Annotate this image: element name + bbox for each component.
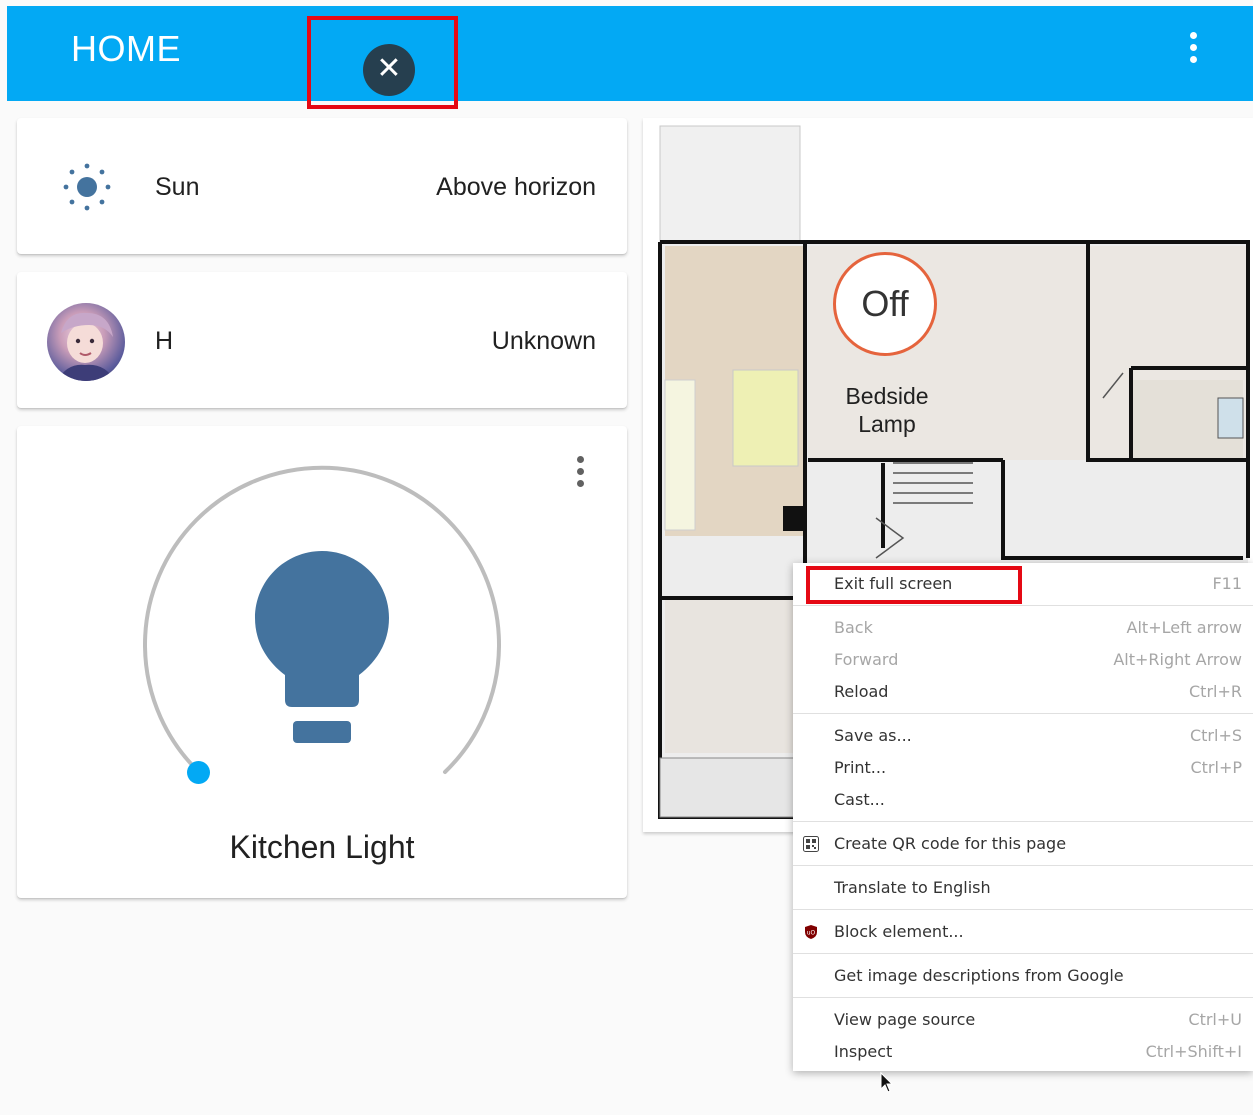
app-header: HOME <box>7 6 1253 101</box>
avatar <box>47 303 125 381</box>
menu-item-label: Reload <box>834 682 889 701</box>
menu-divider <box>793 713 1253 714</box>
menu-divider <box>793 821 1253 822</box>
menu-divider <box>793 953 1253 954</box>
menu-item-label: Create QR code for this page <box>834 834 1067 853</box>
highlight-box-exit-full-screen <box>806 566 1022 604</box>
ublock-shield-icon: uO <box>805 925 817 939</box>
menu-divider <box>793 605 1253 606</box>
menu-item-label: Save as... <box>834 726 912 745</box>
sun-entity-card[interactable]: Sun Above horizon <box>17 118 627 254</box>
menu-item-shortcut: Ctrl+R <box>1189 682 1242 701</box>
menu-item-label: Print... <box>834 758 887 777</box>
menu-divider <box>793 997 1253 998</box>
qr-code-icon <box>803 836 819 852</box>
menu-item-view-source[interactable]: View page source Ctrl+U <box>793 1005 1253 1035</box>
menu-item-label: Block element... <box>834 922 964 941</box>
menu-item-shortcut: Ctrl+Shift+I <box>1145 1042 1242 1061</box>
menu-item-inspect[interactable]: Inspect Ctrl+Shift+I <box>793 1037 1253 1067</box>
menu-item-shortcut: Ctrl+P <box>1190 758 1242 777</box>
floorplan-entity-label: Bedside Lamp <box>845 383 929 437</box>
menu-item-print[interactable]: Print... Ctrl+P <box>793 753 1253 783</box>
menu-item-block-element[interactable]: uO Block element... <box>793 917 1253 947</box>
menu-item-image-descriptions[interactable]: Get image descriptions from Google <box>793 961 1253 991</box>
highlight-box-close <box>307 16 458 109</box>
menu-item-shortcut: Alt+Right Arrow <box>1113 650 1242 669</box>
entity-name: Sun <box>155 173 200 201</box>
menu-item-save-as[interactable]: Save as... Ctrl+S <box>793 721 1253 751</box>
menu-item-label: Cast... <box>834 790 885 809</box>
menu-item-label: Get image descriptions from Google <box>834 966 1124 985</box>
menu-item-create-qr-code[interactable]: Create QR code for this page <box>793 829 1253 859</box>
menu-item-shortcut: Alt+Left arrow <box>1126 618 1242 637</box>
menu-item-shortcut: Ctrl+U <box>1188 1010 1242 1029</box>
slider-handle[interactable] <box>187 761 210 784</box>
vertical-dots-icon[interactable] <box>1183 32 1203 72</box>
mouse-pointer-icon <box>880 1072 894 1093</box>
menu-item-translate[interactable]: Translate to English <box>793 873 1253 903</box>
light-card: Kitchen Light <box>17 426 627 898</box>
menu-item-cast[interactable]: Cast... <box>793 785 1253 815</box>
entity-state: Above horizon <box>436 173 596 201</box>
menu-item-label: Translate to English <box>834 878 991 897</box>
menu-item-reload[interactable]: Reload Ctrl+R <box>793 677 1253 707</box>
menu-item-forward[interactable]: Forward Alt+Right Arrow <box>793 645 1253 675</box>
menu-divider <box>793 865 1253 866</box>
light-name: Kitchen Light <box>229 829 415 865</box>
menu-item-label: Inspect <box>834 1042 893 1061</box>
menu-item-label: View page source <box>834 1010 976 1029</box>
lightbulb-icon[interactable] <box>252 548 392 748</box>
menu-item-shortcut: Ctrl+S <box>1189 726 1242 745</box>
page-title: HOME <box>71 28 181 69</box>
svg-text:uO: uO <box>807 930 816 937</box>
entity-state: Unknown <box>491 327 596 355</box>
menu-divider <box>793 909 1253 910</box>
menu-item-label: Forward <box>834 650 899 669</box>
menu-item-back[interactable]: Back Alt+Left arrow <box>793 613 1253 643</box>
context-menu: Exit full screen F11 Back Alt+Left arrow… <box>793 563 1253 1071</box>
menu-item-shortcut: F11 <box>1212 574 1242 593</box>
entity-name: H <box>155 327 174 355</box>
sun-icon <box>63 163 111 211</box>
person-entity-card[interactable]: H Unknown <box>17 272 627 408</box>
menu-item-label: Back <box>834 618 873 637</box>
floorplan-state-badge[interactable]: Off <box>833 252 937 356</box>
